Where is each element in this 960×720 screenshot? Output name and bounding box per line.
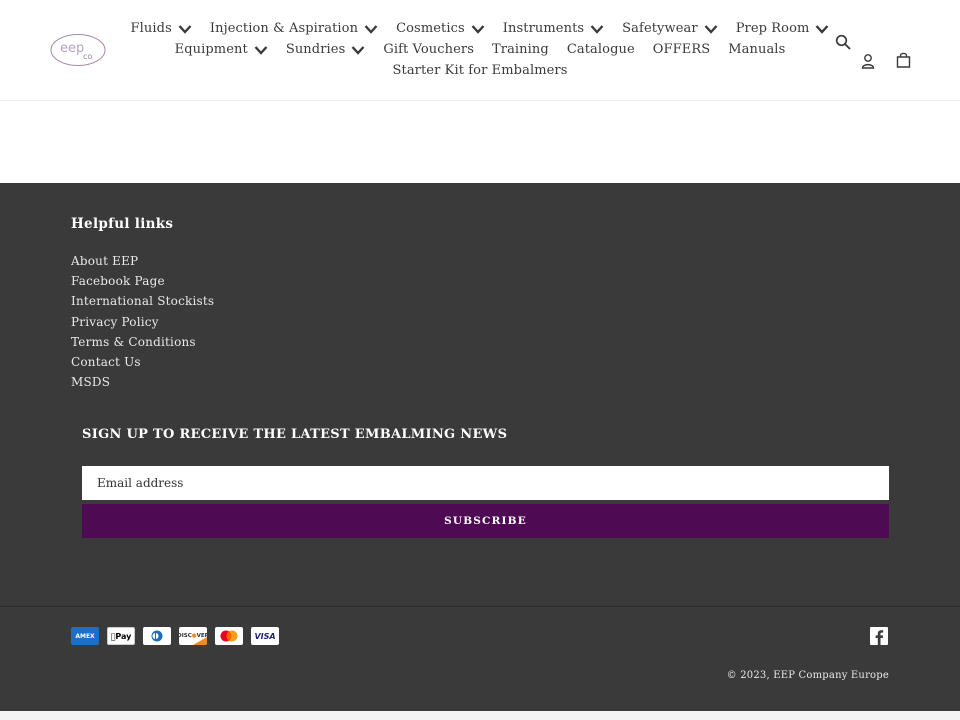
helpful-links-list: About EEP Facebook Page International Stoc… bbox=[71, 251, 214, 392]
site-footer: Helpful links About EEP Facebook Page Inte… bbox=[0, 183, 960, 711]
newsletter-title: SIGN UP TO RECEIVE THE LATEST EMBALMING … bbox=[82, 427, 508, 442]
nav-item-label: Instruments bbox=[502, 21, 585, 36]
chevron-down-icon bbox=[351, 45, 365, 55]
search-icon bbox=[835, 34, 851, 50]
discover-icon: DISC●VER bbox=[179, 627, 207, 645]
payment-icons: AMEX Pay DISC●VER VISA bbox=[71, 627, 279, 645]
page-bottom-edge bbox=[0, 711, 960, 720]
nav-item-label: Fluids bbox=[130, 21, 172, 36]
nav-item-manuals[interactable]: Manuals bbox=[728, 39, 785, 60]
chevron-down-icon bbox=[816, 24, 829, 34]
nav-item-safetywear[interactable]: Safetywear bbox=[622, 18, 718, 39]
amex-icon: AMEX bbox=[71, 627, 99, 645]
nav-row: Fluids Injection & Aspiration Cosmetics Ins… bbox=[131, 18, 829, 39]
helpful-links-title: Helpful links bbox=[71, 216, 174, 232]
nav-item-label: Injection & Aspiration bbox=[209, 21, 359, 36]
nav-item-catalogue[interactable]: Catalogue bbox=[567, 39, 635, 60]
footer-link[interactable]: Facebook Page bbox=[71, 271, 214, 291]
chevron-down-icon bbox=[471, 24, 485, 34]
chevron-down-icon bbox=[364, 24, 378, 34]
footer-divider bbox=[0, 606, 960, 607]
logo-text: eep bbox=[60, 41, 84, 56]
chevron-down-icon bbox=[704, 24, 718, 34]
nav-item-label: Cosmetics bbox=[396, 21, 465, 36]
copyright-text: © 2023, EEP Company Europe bbox=[726, 670, 889, 681]
nav-item-fluids[interactable]: Fluids bbox=[131, 18, 192, 39]
nav-item-offers[interactable]: OFFERS bbox=[653, 39, 710, 60]
facebook-link[interactable] bbox=[870, 627, 888, 645]
shopping-bag-icon bbox=[896, 52, 910, 68]
apple-pay-icon: Pay bbox=[107, 627, 135, 645]
nav-item-label: Safetywear bbox=[622, 21, 698, 36]
email-input[interactable] bbox=[82, 466, 889, 500]
nav-item-training[interactable]: Training bbox=[492, 39, 549, 60]
nav-row: Starter Kit for Embalmers bbox=[140, 60, 820, 81]
cart-button[interactable] bbox=[893, 50, 913, 70]
search-button[interactable] bbox=[833, 32, 853, 52]
footer-link[interactable]: About EEP bbox=[71, 251, 214, 271]
nav-item-label: OFFERS bbox=[652, 42, 711, 57]
nav-item-instruments[interactable]: Instruments bbox=[503, 18, 604, 39]
main-nav: Fluids Injection & Aspiration Cosmetics Ins… bbox=[131, 18, 829, 81]
user-icon bbox=[861, 54, 875, 69]
nav-item-sundries[interactable]: Sundries bbox=[286, 39, 366, 60]
visa-icon: VISA bbox=[251, 627, 279, 645]
mastercard-icon bbox=[215, 627, 243, 645]
chevron-down-icon bbox=[254, 45, 268, 55]
footer-link[interactable]: MSDS bbox=[71, 372, 214, 392]
subscribe-button[interactable]: SUBSCRIBE bbox=[82, 504, 889, 538]
site-logo[interactable]: eep co bbox=[50, 33, 106, 67]
chevron-down-icon bbox=[178, 24, 192, 34]
nav-item-gift-vouchers[interactable]: Gift Vouchers bbox=[383, 39, 474, 60]
account-button[interactable] bbox=[858, 51, 878, 71]
nav-item-prep-room[interactable]: Prep Room bbox=[736, 18, 830, 39]
nav-item-label: Sundries bbox=[285, 42, 346, 57]
nav-item-label: Gift Vouchers bbox=[383, 42, 474, 57]
nav-item-starter-kit-for-embalmers[interactable]: Starter Kit for Embalmers bbox=[392, 60, 567, 81]
footer-link[interactable]: Privacy Policy bbox=[71, 312, 214, 332]
footer-link[interactable]: Contact Us bbox=[71, 352, 214, 372]
nav-row: Equipment Sundries Gift Vouchers Training Ca… bbox=[140, 39, 820, 60]
facebook-icon bbox=[875, 630, 884, 645]
nav-item-label: Manuals bbox=[728, 42, 786, 57]
nav-item-label: Starter Kit for Embalmers bbox=[392, 63, 568, 78]
logo-subtext: co bbox=[83, 52, 92, 61]
chevron-down-icon bbox=[590, 24, 604, 34]
nav-item-label: Training bbox=[491, 42, 549, 57]
nav-item-label: Equipment bbox=[174, 42, 248, 57]
site-header: eep co Fluids Injection & Aspiration Cosme… bbox=[0, 0, 960, 101]
footer-link[interactable]: Terms & Conditions bbox=[71, 332, 214, 352]
diners-club-icon bbox=[143, 627, 171, 645]
nav-item-equipment[interactable]: Equipment bbox=[175, 39, 268, 60]
nav-item-label: Catalogue bbox=[566, 42, 635, 57]
footer-link[interactable]: International Stockists bbox=[71, 291, 214, 311]
nav-item-label: Prep Room bbox=[735, 21, 810, 36]
nav-item-injection-aspiration[interactable]: Injection & Aspiration bbox=[210, 18, 378, 39]
nav-item-cosmetics[interactable]: Cosmetics bbox=[396, 18, 485, 39]
